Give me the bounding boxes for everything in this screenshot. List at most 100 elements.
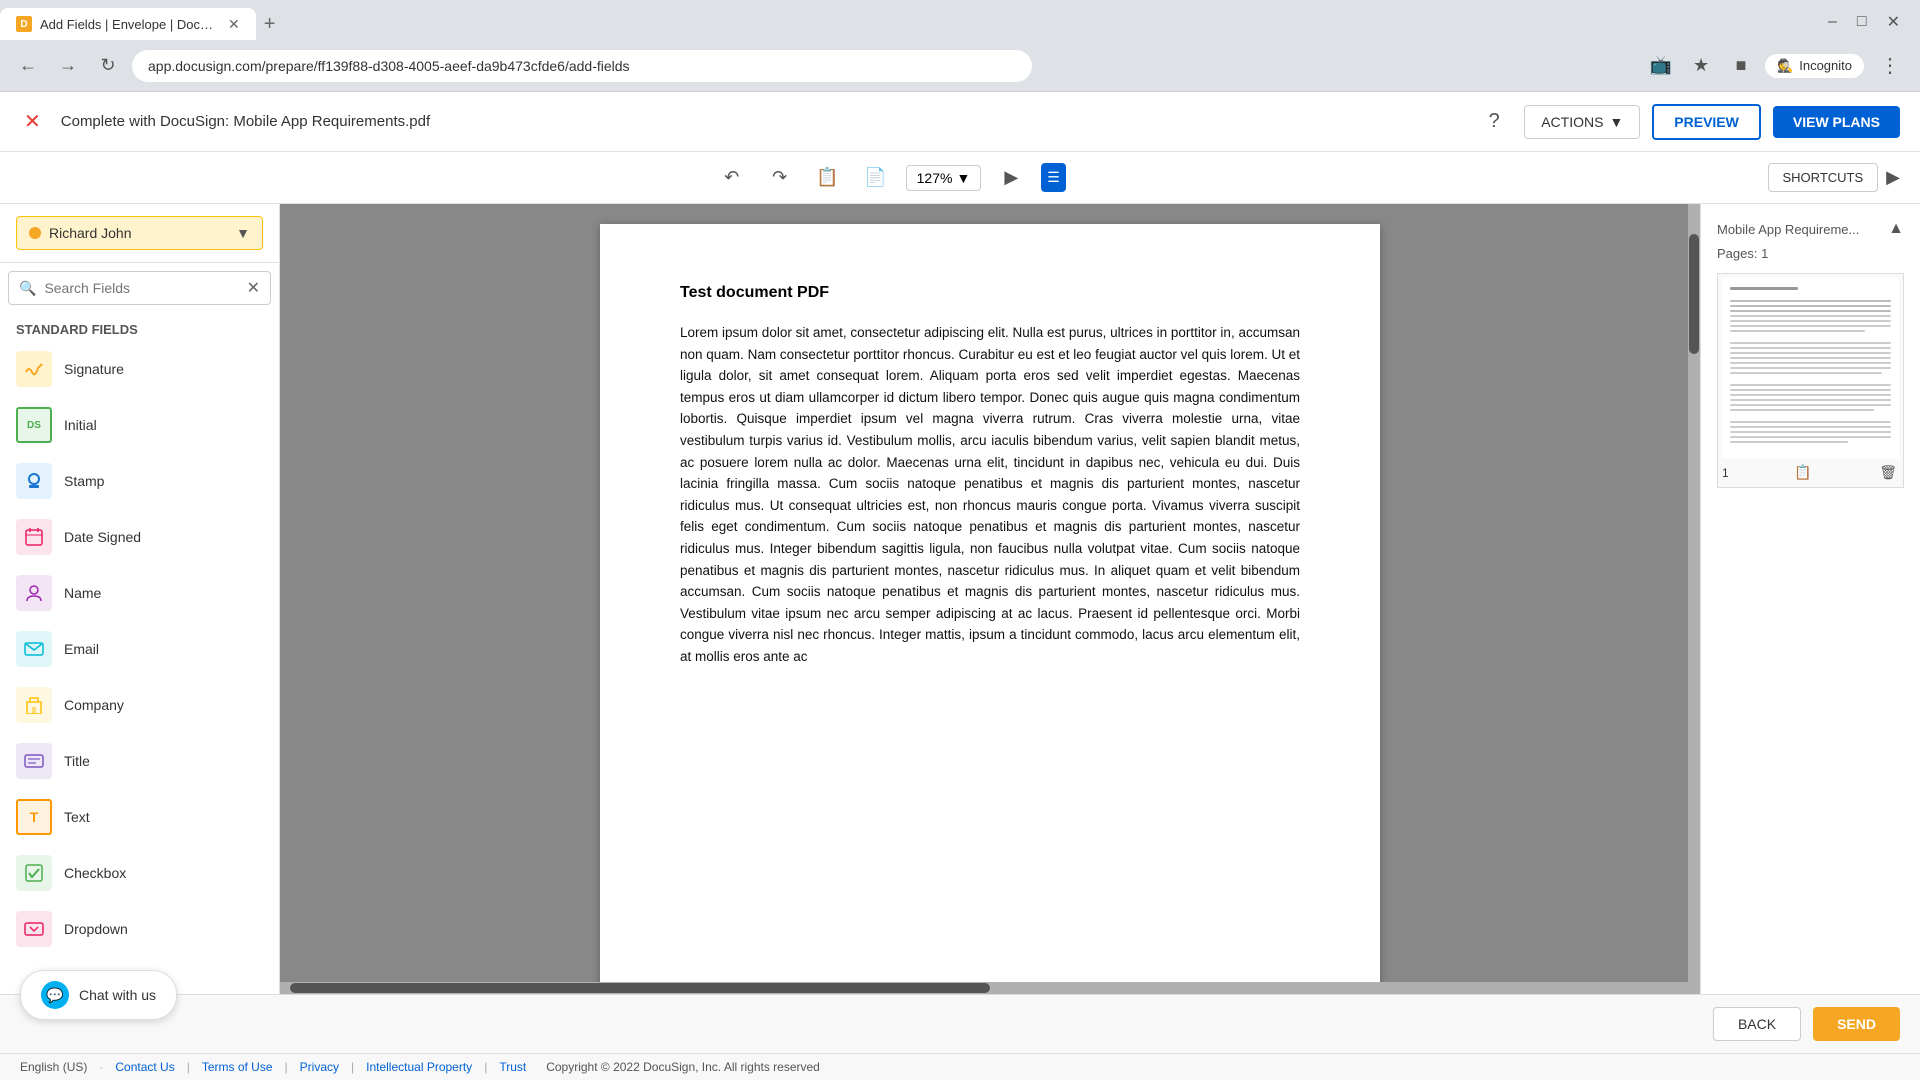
recipient-name: Richard John	[49, 225, 228, 241]
field-item-stamp[interactable]: Stamp	[0, 453, 279, 509]
recipient-color-dot	[29, 227, 41, 239]
forward-nav-button[interactable]: →	[52, 50, 84, 82]
browser-menu-button[interactable]: ⋮	[1872, 49, 1908, 82]
bookmark-icon[interactable]: ★	[1685, 50, 1717, 82]
footer-contact-us-link[interactable]: Contact Us	[115, 1060, 174, 1074]
chat-label: Chat with us	[79, 987, 156, 1003]
view-plans-button[interactable]: VIEW PLANS	[1773, 106, 1900, 138]
field-item-dropdown[interactable]: Dropdown	[0, 901, 279, 957]
search-fields-input[interactable]	[44, 280, 238, 296]
field-item-signature[interactable]: Signature	[0, 341, 279, 397]
footer-trust-link[interactable]: Trust	[499, 1060, 526, 1074]
pdf-container: Test document PDF Lorem ipsum dolor sit …	[280, 204, 1700, 994]
reload-button[interactable]: ↻	[92, 50, 124, 82]
title-field-icon	[16, 743, 52, 779]
footer-terms-link[interactable]: Terms of Use	[202, 1060, 273, 1074]
fields-active-icon[interactable]: ☰	[1041, 163, 1066, 192]
sidebar-header: Richard John ▼	[0, 204, 279, 263]
horizontal-scrollbar[interactable]	[280, 982, 1688, 994]
fit-page-button[interactable]: ▶	[993, 160, 1029, 196]
pdf-page: Test document PDF Lorem ipsum dolor sit …	[600, 224, 1380, 994]
preview-button[interactable]: PREVIEW	[1652, 104, 1761, 140]
page-thumbnail[interactable]	[1722, 278, 1899, 458]
field-item-email[interactable]: Email	[0, 621, 279, 677]
pdf-area-wrapper: Test document PDF Lorem ipsum dolor sit …	[280, 204, 1700, 994]
field-item-title[interactable]: Title	[0, 733, 279, 789]
tab-title: Add Fields | Envelope | DocuSign	[40, 17, 220, 32]
checkbox-field-label: Checkbox	[64, 865, 126, 881]
field-item-checkbox[interactable]: Checkbox	[0, 845, 279, 901]
pdf-page-title: Test document PDF	[680, 284, 1300, 302]
tab-favicon: D	[16, 16, 32, 32]
extension-icon[interactable]: ■	[1725, 50, 1757, 82]
thumbnail-container: 1 📋 🗑	[1717, 273, 1904, 488]
panel-collapse-button[interactable]: ▲	[1888, 220, 1904, 238]
address-bar-input[interactable]	[132, 50, 1032, 82]
chat-icon: 💬	[41, 981, 69, 1009]
name-field-icon	[16, 575, 52, 611]
copy-button[interactable]: 📋	[810, 160, 846, 196]
redo-button[interactable]: ↷	[762, 160, 798, 196]
field-item-date-signed[interactable]: Date Signed	[0, 509, 279, 565]
scroll-thumb-horizontal[interactable]	[290, 983, 990, 993]
field-item-company[interactable]: Company	[0, 677, 279, 733]
footer-copyright: Copyright © 2022 DocuSign, Inc. All righ…	[546, 1060, 820, 1074]
footer-language: English (US)	[20, 1060, 87, 1074]
text-field-icon: T	[16, 799, 52, 835]
recipient-dropdown-icon: ▼	[236, 225, 250, 241]
name-field-label: Name	[64, 585, 101, 601]
actions-button[interactable]: ACTIONS ▼	[1524, 105, 1640, 139]
text-field-label: Text	[64, 809, 90, 825]
header-actions: ? ACTIONS ▼ PREVIEW VIEW PLANS	[1476, 104, 1900, 140]
dropdown-field-label: Dropdown	[64, 921, 128, 937]
right-panel: Mobile App Requireme... ▲ Pages: 1	[1700, 204, 1920, 994]
recipient-selector[interactable]: Richard John ▼	[16, 216, 263, 250]
page-copy-button[interactable]: 📋	[1792, 462, 1813, 483]
close-document-button[interactable]: ✕	[20, 105, 45, 138]
fields-sidebar: Richard John ▼ 🔍 ✕ Standard Fields Signa…	[0, 204, 280, 994]
email-field-icon	[16, 631, 52, 667]
scroll-thumb-vertical[interactable]	[1689, 234, 1699, 354]
tab-close-button[interactable]: ✕	[228, 16, 240, 33]
page-controls: 1 📋 🗑	[1722, 462, 1899, 483]
incognito-label: Incognito	[1799, 58, 1852, 73]
minimize-button[interactable]: –	[1820, 9, 1845, 35]
fields-list: Signature DS Initial Stamp Date S	[0, 341, 279, 994]
pdf-scroll-area[interactable]: Test document PDF Lorem ipsum dolor sit …	[280, 204, 1700, 994]
side-panel-button[interactable]: ▶	[1886, 167, 1900, 188]
standard-fields-title: Standard Fields	[16, 322, 138, 337]
field-item-initial[interactable]: DS Initial	[0, 397, 279, 453]
company-field-label: Company	[64, 697, 124, 713]
send-button[interactable]: SEND	[1813, 1007, 1900, 1041]
back-nav-button[interactable]: ←	[12, 50, 44, 82]
paste-button[interactable]: 📄	[858, 160, 894, 196]
help-button[interactable]: ?	[1476, 104, 1512, 140]
pdf-body-text: Lorem ipsum dolor sit amet, consectetur …	[680, 322, 1300, 668]
close-window-button[interactable]: ✕	[1879, 8, 1908, 36]
zoom-chevron-icon: ▼	[956, 170, 970, 186]
shortcuts-button[interactable]: SHORTCUTS	[1768, 163, 1879, 192]
back-button[interactable]: BACK	[1713, 1007, 1801, 1041]
maximize-button[interactable]: □	[1849, 9, 1875, 35]
field-item-name[interactable]: Name	[0, 565, 279, 621]
page-delete-button[interactable]: 🗑	[1877, 462, 1899, 483]
bottom-bar: BACK SEND	[0, 994, 1920, 1053]
page-number: 1	[1722, 466, 1729, 480]
vertical-scrollbar[interactable]	[1688, 204, 1700, 994]
field-item-text[interactable]: T Text	[0, 789, 279, 845]
email-field-label: Email	[64, 641, 99, 657]
footer-ip-link[interactable]: Intellectual Property	[366, 1060, 472, 1074]
cast-icon[interactable]: 📺	[1645, 50, 1677, 82]
stamp-field-label: Stamp	[64, 473, 104, 489]
new-tab-button[interactable]: +	[256, 9, 284, 40]
signature-field-icon	[16, 351, 52, 387]
chat-widget[interactable]: 💬 Chat with us	[20, 970, 177, 1020]
undo-button[interactable]: ↶	[714, 160, 750, 196]
title-field-label: Title	[64, 753, 90, 769]
search-clear-button[interactable]: ✕	[247, 278, 260, 298]
bottom-actions: BACK SEND	[1713, 1007, 1900, 1041]
footer-privacy-link[interactable]: Privacy	[300, 1060, 339, 1074]
zoom-control[interactable]: 127% ▼	[906, 165, 982, 191]
dropdown-field-icon	[16, 911, 52, 947]
active-tab[interactable]: D Add Fields | Envelope | DocuSign ✕	[0, 8, 256, 40]
